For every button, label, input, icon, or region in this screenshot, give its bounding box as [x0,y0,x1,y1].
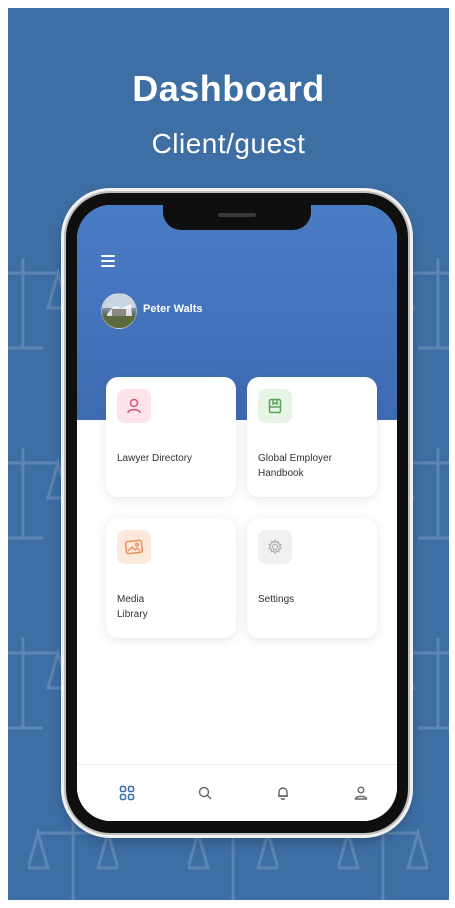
book-icon [258,389,292,423]
card-settings[interactable]: Settings [247,518,377,638]
person-icon [117,389,151,423]
hero-subtitle: Client/guest [151,128,306,159]
card-media-library[interactable]: Media Library [106,518,236,638]
phone-screen: Peter Walts Lawyer Directory Global Empl… [77,205,397,821]
card-global-employer-handbook[interactable]: Global Employer Handbook [247,377,377,497]
phone-notch [163,205,311,230]
scales-pattern-icon [8,248,68,358]
gear-icon [258,530,292,564]
card-lawyer-directory[interactable]: Lawyer Directory [106,377,236,497]
card-label: Settings [258,594,295,605]
search-icon[interactable] [195,783,215,803]
card-label: Media Library [117,594,148,620]
card-label: Lawyer Directory [117,453,193,464]
image-icon [117,530,151,564]
phone-frame: Peter Walts Lawyer Directory Global Empl… [66,193,408,833]
scales-pattern-icon [8,628,68,738]
avatar[interactable] [101,293,137,329]
scales-pattern-icon [8,438,68,548]
promo-canvas: Dashboard Client/guest Peter Walts Lawye… [8,8,449,900]
bottom-nav [77,764,397,821]
user-name: Peter Walts [143,303,203,315]
hamburger-menu-icon[interactable] [101,255,115,267]
bell-icon[interactable] [273,783,293,803]
hero-title: Dashboard [132,68,325,109]
card-label: Global Employer Handbook [258,453,332,479]
profile-icon[interactable] [351,783,371,803]
grid-icon[interactable] [117,783,137,803]
